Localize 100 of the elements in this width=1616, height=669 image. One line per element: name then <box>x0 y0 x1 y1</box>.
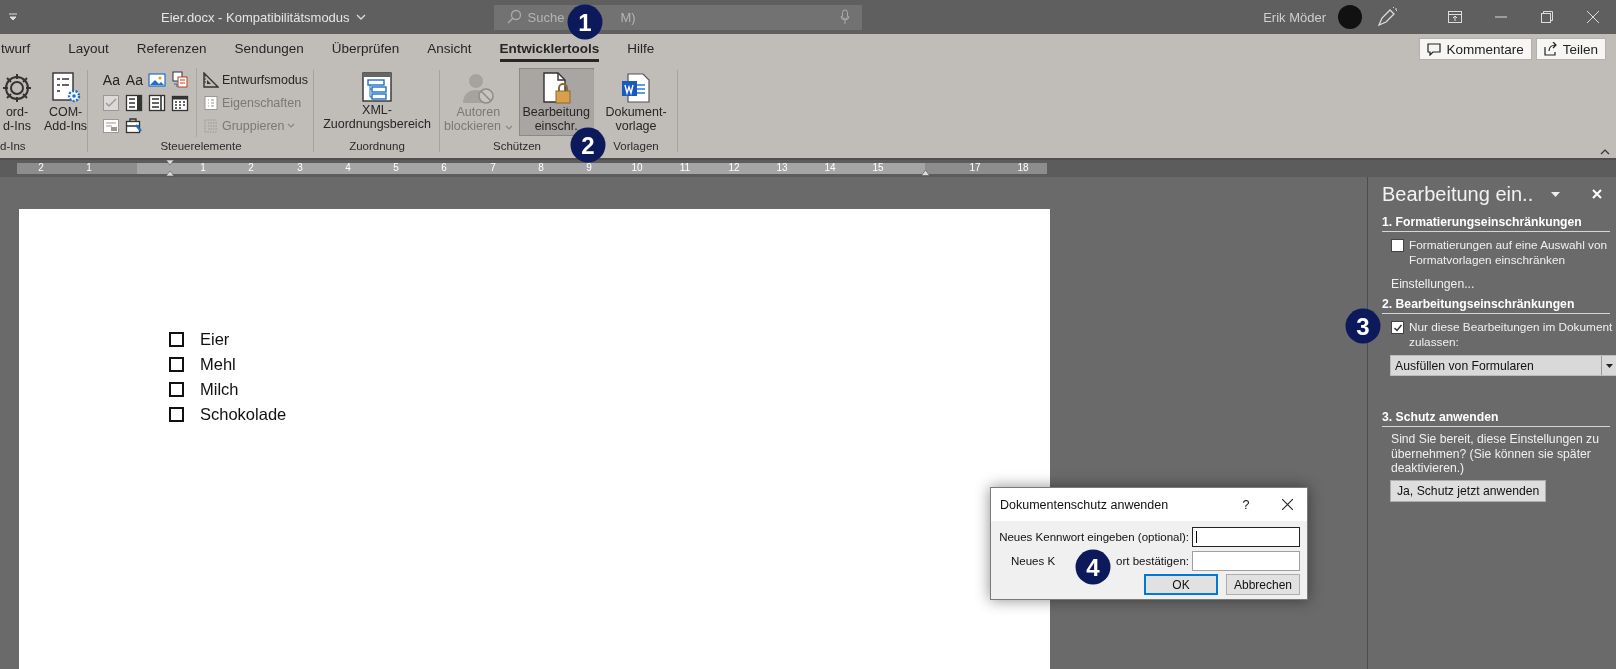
user-name[interactable]: Erik Möder <box>1263 9 1326 25</box>
combo-box-icon <box>125 93 144 112</box>
gear-icon <box>0 71 34 105</box>
ruler-number: 6 <box>441 162 447 173</box>
ribbon-tab[interactable]: Layout <box>54 34 123 64</box>
ribbon-display-icon[interactable] <box>1448 11 1462 23</box>
group-label: Vorlagen <box>613 140 659 152</box>
ruler-number: 12 <box>728 162 740 173</box>
ruler-number: 2 <box>38 162 44 173</box>
pen-icon[interactable] <box>1376 7 1398 27</box>
toolbox-icon <box>125 116 144 135</box>
ruler-number: 14 <box>824 162 836 173</box>
checkbox[interactable] <box>169 357 184 372</box>
section-heading: 2. Bearbeitungseinschränkungen <box>1382 297 1610 314</box>
checkbox[interactable] <box>1391 321 1404 334</box>
ruler-number: 3 <box>297 162 303 173</box>
collapse-ribbon-icon[interactable] <box>1600 149 1610 155</box>
password-field[interactable] <box>1192 551 1300 571</box>
field-label: Neues Kennwort eingeben (optional): <box>999 531 1189 543</box>
ruler-number: 5 <box>393 162 399 173</box>
pane-title: Bearbeitung ein.. <box>1382 182 1534 206</box>
checkbox[interactable] <box>169 407 184 422</box>
section-heading: 3. Schutz anwenden <box>1382 410 1610 427</box>
ribbon-button[interactable]: XML- Zuordnungsbereich <box>319 68 435 134</box>
share-button[interactable]: Teilen <box>1535 38 1606 60</box>
ruler-number: 13 <box>776 162 788 173</box>
ruler-number: 2 <box>248 162 254 173</box>
ruler-number: 1 <box>86 162 92 173</box>
password-field[interactable] <box>1192 527 1300 547</box>
ribbon-tab[interactable]: Referenzen <box>122 34 221 64</box>
dropdown-arrow-icon <box>1605 363 1613 368</box>
caret-icon <box>287 123 296 128</box>
indent-marker[interactable] <box>921 169 930 176</box>
ribbon-button[interactable]: ord- d-Ins <box>0 68 38 136</box>
ribbon-tab[interactable]: Ansicht <box>413 34 486 64</box>
ribbon-button[interactable]: COM- Add-Ins <box>40 68 88 136</box>
checkbox-label: Formatierungen auf eine Auswahl von Formatvorlagen einschränken <box>1409 238 1609 267</box>
text-control-icon[interactable]: Aa <box>102 71 120 88</box>
group-label: Zuordnung <box>349 140 405 152</box>
apply-button[interactable]: Ja, Schutz jetzt anwenden <box>1390 479 1547 502</box>
checklist-item: Mehl <box>200 355 236 374</box>
ribbon-command[interactable]: Entwurfsmodus <box>202 68 309 91</box>
settings-link[interactable]: Einstellungen... <box>1391 277 1475 291</box>
ribbon-tab[interactable]: Hilfe <box>613 34 669 64</box>
user-block-icon <box>461 71 496 105</box>
picture-icon <box>148 71 167 88</box>
checklist-item: Milch <box>200 380 239 399</box>
checklist-item: Eier <box>200 330 230 349</box>
restore-icon[interactable] <box>1541 11 1553 23</box>
ruler-number: 11 <box>679 162 691 173</box>
checkbox-control-icon <box>102 93 121 112</box>
checkbox[interactable] <box>1391 239 1404 252</box>
checkbox-label: Nur diese Bearbeitungen im Dokument zulassen: <box>1409 320 1614 349</box>
checkbox[interactable] <box>169 382 184 397</box>
group-icon <box>202 117 219 134</box>
ribbon-tab[interactable]: Sendungen <box>220 34 318 64</box>
ruler-number: 10 <box>631 162 643 173</box>
avatar[interactable] <box>1338 5 1362 29</box>
dialog-title: Dokumentenschutz anwenden <box>1000 497 1169 512</box>
close-icon[interactable] <box>1282 499 1293 510</box>
ribbon-tab[interactable]: Überprüfen <box>317 34 414 64</box>
dialog-button[interactable]: OK <box>1144 574 1218 595</box>
pane-text: Sind Sie bereit, diese Einstellungen zu übernehmen? (Sie können sie später deaktivieren.) <box>1391 432 1600 476</box>
xml-pane-icon <box>361 71 393 103</box>
date-picker-icon <box>171 93 190 112</box>
list-box-icon <box>148 93 167 112</box>
ruler-number: 18 <box>1017 162 1029 173</box>
ruler-number: 7 <box>490 162 496 173</box>
field-label: ort bestätigen: <box>1116 555 1189 567</box>
section-heading: 1. Formatierungseinschränkungen <box>1382 215 1610 232</box>
text-control-icon[interactable]: Aa <box>125 71 143 88</box>
dropdown-icon[interactable] <box>1551 191 1561 197</box>
word-template-icon <box>619 71 653 105</box>
search-icon <box>505 9 522 25</box>
ruler-number: 1 <box>200 162 206 173</box>
indent-marker[interactable] <box>165 160 175 177</box>
checklist-item: Schokolade <box>200 405 287 424</box>
comment-icon <box>1427 42 1442 56</box>
ribbon-tab[interactable]: twurf <box>0 34 55 64</box>
ruler-number: 15 <box>872 162 884 173</box>
share-icon <box>1543 42 1558 56</box>
help-button[interactable]: ? <box>1236 497 1256 512</box>
comments-button[interactable]: Kommentare <box>1419 38 1532 60</box>
dialog-button[interactable]: Abbrechen <box>1226 574 1300 595</box>
ruler-number: 4 <box>345 162 351 173</box>
group-label: Steuerelemente <box>160 140 242 152</box>
dropdown[interactable]: Ausfüllen von Formularen <box>1390 355 1616 376</box>
caret-icon <box>504 125 513 130</box>
customize-icon[interactable] <box>8 13 18 21</box>
caret-icon[interactable] <box>355 14 366 20</box>
window-title: Eier.docx - Kompatibilitätsmodus <box>161 9 350 25</box>
ruler-triangle-icon <box>202 71 219 88</box>
list-gear-icon <box>49 71 82 105</box>
properties-icon <box>202 94 219 111</box>
checkbox[interactable] <box>169 332 184 347</box>
ruler-number: 8 <box>538 162 544 173</box>
ruler-number: 9 <box>586 162 592 173</box>
group-label: d-Ins <box>0 140 26 152</box>
group-label: Schützen <box>493 140 541 152</box>
building-block-icon <box>171 70 190 89</box>
